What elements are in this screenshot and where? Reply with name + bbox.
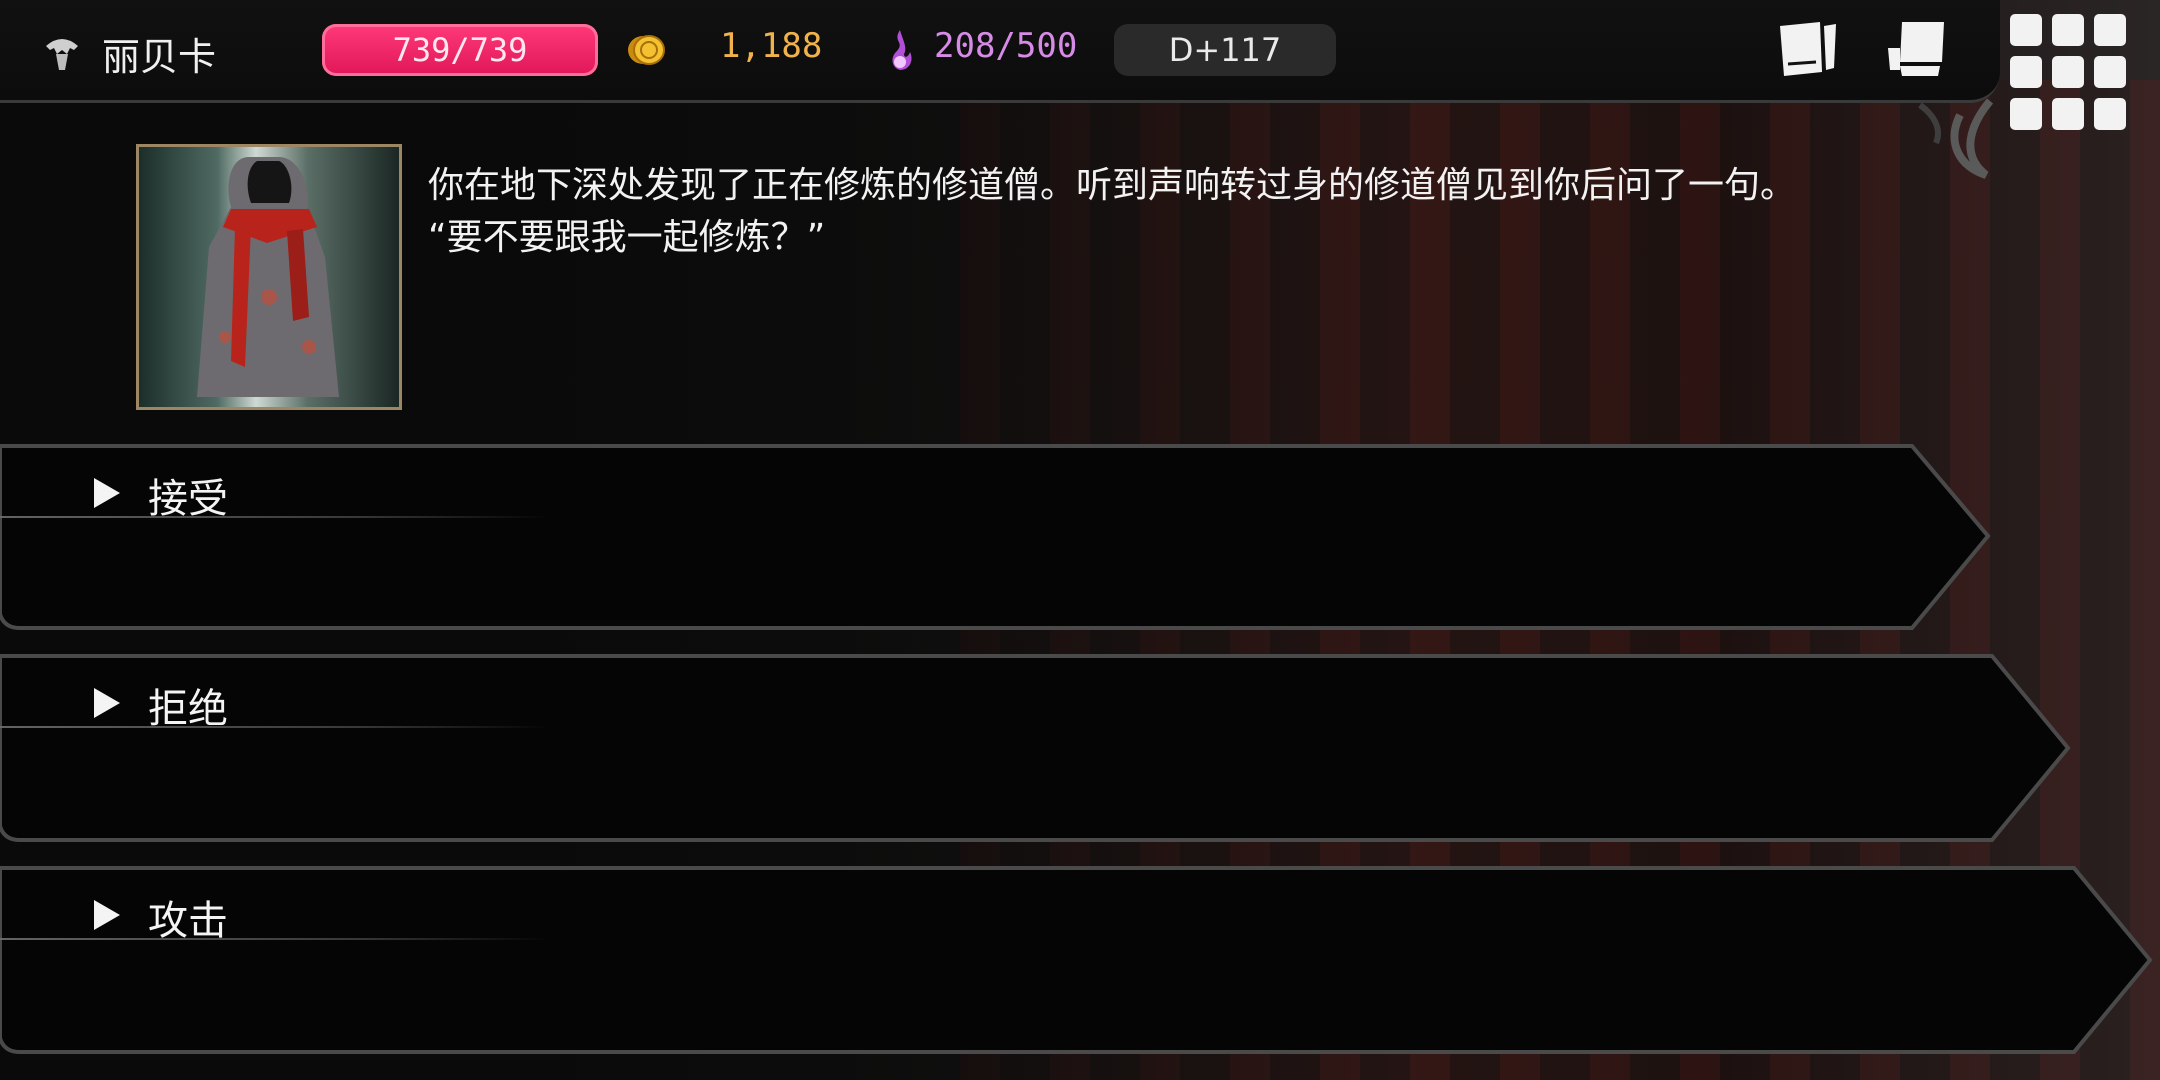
event-text-line-1: 你在地下深处发现了正在修炼的修道僧。听到声响转过身的修道僧见到你后问了一句。 [428, 165, 1797, 206]
skull-icon [46, 39, 78, 70]
choice-panel-bg [0, 654, 2071, 842]
event-portrait [136, 144, 402, 410]
play-arrow-icon [94, 478, 120, 508]
play-arrow-icon [94, 900, 120, 930]
hp-bar: 739/739 [322, 24, 598, 76]
choice-accept[interactable]: 接受 [0, 438, 2000, 638]
gold-value: 1,188 [720, 26, 823, 66]
character-name: 丽贝卡 [102, 35, 217, 79]
event-text-line-2: “要不要跟我一起修炼？” [428, 217, 826, 258]
choice-panel-bg [0, 866, 2153, 1054]
choice-underline [0, 516, 1000, 518]
choice-refuse[interactable]: 拒绝 [0, 648, 2080, 848]
day-counter: D+117 [1114, 24, 1336, 76]
choice-attack[interactable]: 攻击 [0, 860, 2160, 1060]
choice-underline [0, 938, 1000, 940]
top-status-bar: 丽贝卡 739/739 1,188 208/500 D+117 [0, 0, 2126, 130]
event-description: 你在地下深处发现了正在修炼的修道僧。听到声响转过身的修道僧见到你后问了一句。 “… [428, 160, 1928, 264]
map-icon[interactable] [1884, 18, 1950, 82]
soul-value: 208/500 [934, 26, 1078, 66]
choice-underline [0, 726, 1000, 728]
coin-icon [628, 35, 665, 65]
monk-figure [197, 157, 339, 397]
menu-grid-icon[interactable] [2010, 14, 2126, 130]
play-arrow-icon [94, 688, 120, 718]
journal-icon[interactable] [1776, 18, 1842, 82]
choice-panel-bg [0, 444, 1991, 630]
soul-flame-icon [892, 30, 912, 70]
game-screen: 丽贝卡 739/739 1,188 208/500 D+117 你在地下深处发现… [0, 0, 2160, 1080]
